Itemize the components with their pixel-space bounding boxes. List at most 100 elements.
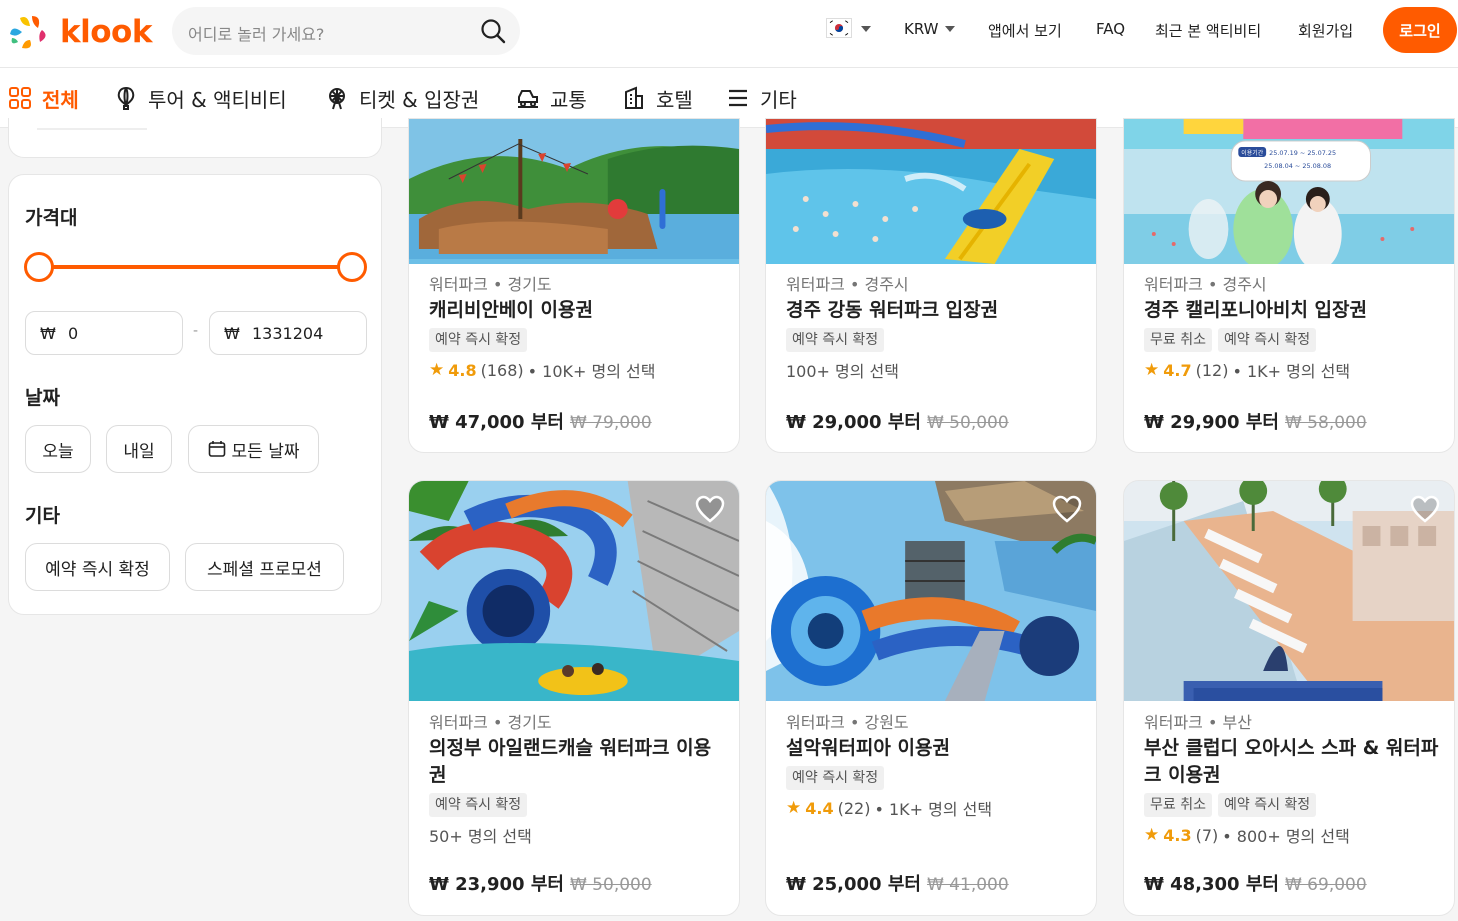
card-rating: ★ 4.4 (22) • 1K+ 명의 선택	[786, 796, 1082, 820]
card-rating: ★ 4.3 (7) • 800+ 명의 선택	[1144, 823, 1440, 847]
tab-all-label: 전체	[42, 87, 79, 112]
card-rating: 100+ 명의 선택	[786, 358, 1082, 382]
tab-tickets[interactable]: 티켓 & 입장권	[325, 84, 479, 112]
card-title[interactable]: 경주 강동 워터파크 입장권	[786, 297, 1082, 324]
star-icon: ★	[786, 798, 802, 818]
card-price: ₩ 29,000 부터 ₩ 50,000	[786, 408, 1009, 434]
date-today-label: 오늘	[42, 441, 74, 462]
current-price: ₩ 47,000 부터	[429, 412, 564, 433]
rating-score: 4.7	[1163, 360, 1192, 380]
card-category: 워터파크 • 경주시	[1144, 275, 1267, 294]
activity-image: 이용기간 25.07.19 ~ 25.07.25 25.08.04 ~ 25.0…	[1124, 119, 1454, 264]
instant-confirm-tag: 예약 즉시 확정	[429, 328, 528, 352]
card-title[interactable]: 부산 클럽디 오아시스 스파 & 워터파크 이용권	[1144, 735, 1440, 789]
signup-link[interactable]: 회원가입	[1298, 20, 1353, 41]
card-category: 워터파크 • 부산	[1144, 713, 1252, 732]
price-max-input[interactable]: ₩ 1331204	[209, 311, 367, 355]
language-dropdown-caret-icon[interactable]	[861, 26, 871, 32]
hotel-icon	[625, 86, 643, 109]
car-icon	[518, 90, 538, 108]
search-icon[interactable]	[480, 18, 506, 44]
activity-card[interactable]: 워터파크 • 경주시 경주 강동 워터파크 입장권 예약 즉시 확정 100+ …	[765, 118, 1097, 453]
card-category: 워터파크 • 경기도	[429, 275, 552, 294]
booking-count: • 10K+ 명의 선택	[527, 362, 656, 381]
klook-logo-icon	[10, 16, 46, 49]
tab-hotel[interactable]: 호텔	[622, 84, 693, 112]
card-price: ₩ 48,300 부터 ₩ 69,000	[1144, 870, 1367, 896]
instant-confirm-tag: 예약 즉시 확정	[429, 793, 528, 817]
activity-card[interactable]: 워터파크 • 경기도 캐리비안베이 이용권 예약 즉시 확정 ★ 4.8 (16…	[408, 118, 740, 453]
klook-logo[interactable]: klook	[8, 12, 152, 52]
tab-all[interactable]: 전체	[8, 84, 79, 112]
tab-tours-label: 투어 & 액티비티	[148, 87, 287, 112]
instant-confirm-chip[interactable]: 예약 즉시 확정	[25, 543, 170, 591]
activity-card[interactable]: 이용기간 25.07.19 ~ 25.07.25 25.08.04 ~ 25.0…	[1123, 118, 1455, 453]
instant-confirm-tag: 예약 즉시 확정	[786, 766, 885, 790]
current-price: ₩ 25,000 부터	[786, 874, 921, 895]
open-in-app-link[interactable]: 앱에서 보기	[988, 20, 1062, 41]
activity-image	[1124, 481, 1454, 701]
original-price: ₩ 50,000	[569, 875, 652, 895]
date-all-chip[interactable]: 모든 날짜	[188, 425, 319, 473]
faq-link[interactable]: FAQ	[1096, 20, 1125, 38]
activity-image	[766, 119, 1096, 264]
tab-more-label: 기타	[760, 87, 797, 112]
login-button[interactable]: 로그인	[1383, 7, 1457, 53]
activity-card[interactable]: 워터파크 • 부산 부산 클럽디 오아시스 스파 & 워터파크 이용권 무료 취…	[1123, 480, 1455, 916]
card-title[interactable]: 의정부 아일랜드캐슬 워터파크 이용권	[429, 735, 725, 789]
card-title[interactable]: 설악워터피아 이용권	[786, 735, 1082, 762]
activity-image	[409, 481, 739, 701]
wishlist-heart-icon[interactable]	[695, 495, 725, 523]
date-today-chip[interactable]: 오늘	[25, 425, 91, 473]
image-period-range-1: 25.07.19 ~ 25.07.25	[1269, 149, 1336, 157]
card-price: ₩ 29,900 부터 ₩ 58,000	[1144, 408, 1367, 434]
review-count: (12)	[1195, 360, 1229, 380]
instant-confirm-tag: 예약 즉시 확정	[1217, 793, 1317, 817]
search-input[interactable]: 어디로 놀러 가세요?	[172, 7, 520, 55]
booking-count: • 1K+ 명의 선택	[1232, 362, 1351, 381]
price-min-handle[interactable]	[24, 252, 54, 282]
instant-confirm-tag: 예약 즉시 확정	[786, 328, 885, 352]
activity-card[interactable]: 워터파크 • 경기도 의정부 아일랜드캐슬 워터파크 이용권 예약 즉시 확정 …	[408, 480, 740, 916]
grid-icon	[9, 87, 31, 109]
activity-image	[766, 481, 1096, 701]
calendar-icon	[208, 441, 225, 457]
top-navigation-bar: klook 어디로 놀러 가세요? KRW 앱에서 보기 FAQ 최근 본 액티…	[0, 0, 1458, 68]
activity-image	[409, 119, 739, 264]
price-max-handle[interactable]	[337, 252, 367, 282]
tab-tours-activities[interactable]: 투어 & 액티비티	[114, 84, 287, 112]
special-promo-chip[interactable]: 스페셜 프로모션	[185, 543, 344, 591]
recently-viewed-link[interactable]: 최근 본 액티비티	[1155, 20, 1261, 41]
card-rating: ★ 4.7 (12) • 1K+ 명의 선택	[1144, 358, 1440, 382]
current-price: ₩ 29,000 부터	[786, 412, 921, 433]
review-count: (7)	[1195, 825, 1219, 845]
card-price: ₩ 25,000 부터 ₩ 41,000	[786, 870, 1009, 896]
korea-flag-icon[interactable]	[826, 18, 852, 38]
date-tomorrow-chip[interactable]: 내일	[106, 425, 172, 473]
activity-card[interactable]: 워터파크 • 강원도 설악워터피아 이용권 예약 즉시 확정 ★ 4.4 (22…	[765, 480, 1097, 916]
tab-more[interactable]: 기타	[726, 84, 797, 112]
image-period-range-2: 25.08.04 ~ 25.08.08	[1264, 162, 1331, 170]
price-max-value: 1331204	[252, 324, 324, 343]
card-title[interactable]: 캐리비안베이 이용권	[429, 297, 725, 324]
currency-dropdown-caret-icon[interactable]	[945, 26, 955, 32]
price-slider-track[interactable]	[39, 265, 353, 269]
card-title[interactable]: 경주 캘리포니아비치 입장권	[1144, 297, 1440, 324]
wishlist-heart-icon[interactable]	[1052, 495, 1082, 523]
tab-hotel-label: 호텔	[656, 87, 693, 112]
rating-score: 4.4	[805, 798, 834, 818]
tab-tickets-label: 티켓 & 입장권	[359, 87, 480, 112]
price-min-input[interactable]: ₩ 0	[25, 311, 183, 355]
current-price: ₩ 23,900 부터	[429, 874, 564, 895]
free-cancel-tag: 무료 취소	[1144, 793, 1212, 817]
price-separator: -	[193, 323, 199, 339]
date-title: 날짜	[25, 387, 60, 409]
filter-card-partial	[8, 118, 382, 158]
other-title: 기타	[25, 505, 60, 527]
wishlist-heart-icon[interactable]	[1410, 495, 1440, 523]
balloon-icon	[117, 86, 135, 110]
current-price: ₩ 48,300 부터	[1144, 874, 1279, 895]
currency-selector[interactable]: KRW	[904, 20, 938, 38]
tab-transport[interactable]: 교통	[516, 84, 587, 112]
star-icon: ★	[429, 360, 445, 380]
